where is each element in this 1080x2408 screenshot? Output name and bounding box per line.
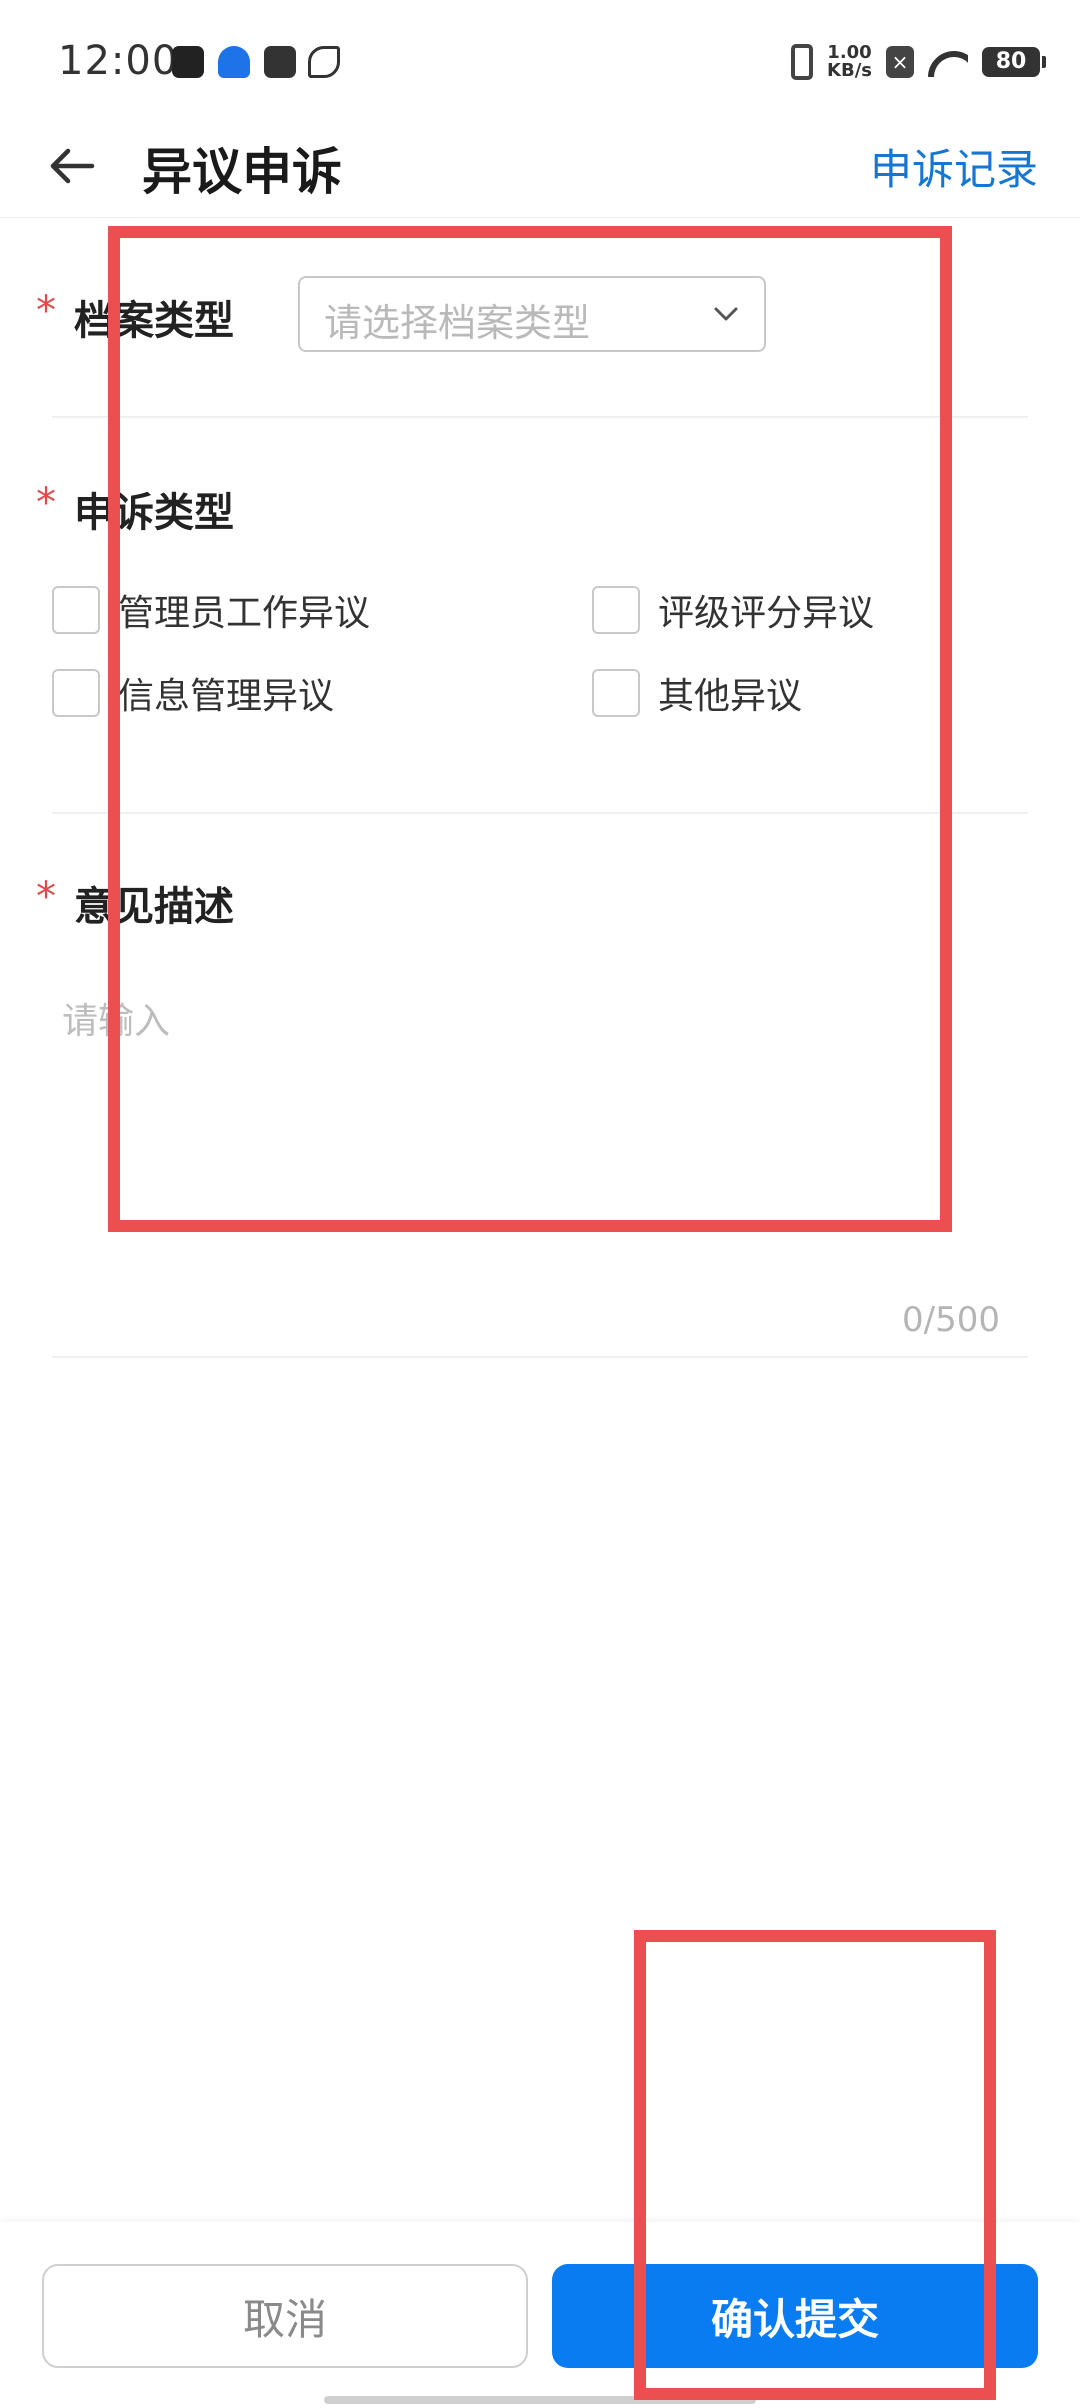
cancel-button[interactable]: 取消 [42,2264,528,2368]
checkbox-label: 其他异议 [658,676,803,717]
archive-type-select[interactable]: 请选择档案类型 [298,276,766,352]
lock-icon [218,46,250,78]
required-mark: * [36,874,56,920]
submit-button[interactable]: 确认提交 [552,2264,1038,2368]
back-arrow-icon[interactable] [42,136,102,196]
vibrate-icon [791,44,814,80]
checkbox-option-other[interactable]: 其他异议 [592,667,802,719]
no-sim-icon: × [886,46,914,78]
checkbox-label: 管理员工作异议 [118,593,371,634]
checkbox[interactable] [592,586,640,634]
checkbox[interactable] [592,669,640,717]
mail-icon [264,46,296,78]
required-mark: * [36,480,56,526]
chevron-down-icon [714,307,738,321]
status-time: 12:00 [58,38,179,84]
page-title: 异议申诉 [142,143,342,201]
checkbox[interactable] [52,586,100,634]
app-header: 异议申诉 申诉记录 [0,118,1080,218]
divider [52,416,1028,418]
char-counter: 0/500 [902,1300,1000,1340]
leaf-icon [308,46,340,78]
divider [52,1356,1028,1358]
status-bar: 12:00 1.00 KB/s × 80 [0,0,1080,128]
checkbox-label: 信息管理异议 [118,676,335,717]
checkbox-option-info-management[interactable]: 信息管理异议 [52,667,334,719]
required-mark: * [36,288,56,334]
checkbox-option-rating[interactable]: 评级评分异议 [592,584,874,636]
wifi-icon [928,47,968,77]
checkbox[interactable] [52,669,100,717]
tiktok-icon [172,46,204,78]
appeal-records-link[interactable]: 申诉记录 [870,136,1038,197]
battery-icon: 80 [982,47,1046,77]
home-indicator[interactable] [324,2396,756,2404]
network-speed-unit: KB/s [827,60,872,81]
appeal-type-label: 申诉类型 [74,490,234,536]
archive-type-placeholder: 请选择档案类型 [324,301,591,345]
status-indicators: 1.00 KB/s × 80 [791,40,1046,84]
description-label: 意见描述 [74,884,234,930]
network-speed: 1.00 KB/s [827,44,872,80]
description-textarea[interactable]: 请输入 [52,976,1028,1276]
archive-type-label: 档案类型 [74,298,234,344]
description-placeholder: 请输入 [62,1001,171,1042]
checkbox-option-admin-work[interactable]: 管理员工作异议 [52,584,370,636]
checkbox-label: 评级评分异议 [658,593,875,634]
divider [52,812,1028,814]
bottom-action-bar: 取消 确认提交 [0,2222,1080,2408]
